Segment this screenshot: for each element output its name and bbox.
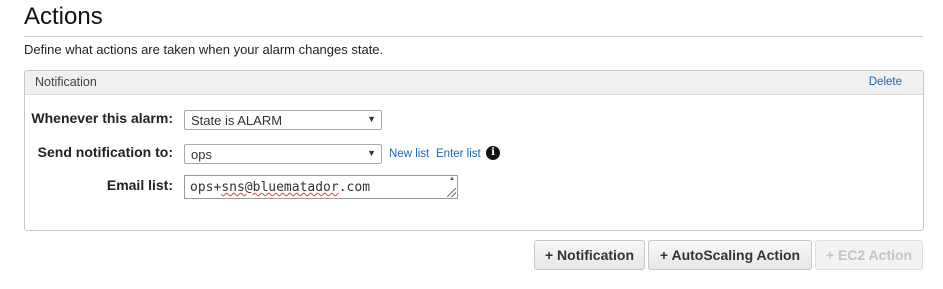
add-autoscaling-action-button[interactable]: + AutoScaling Action xyxy=(648,240,812,270)
notification-topic-select[interactable]: ops ▼ xyxy=(184,144,382,164)
section-description: Define what actions are taken when your … xyxy=(24,42,384,57)
notification-panel-header: Notification Delete xyxy=(25,71,923,95)
section-title: Actions xyxy=(24,3,103,30)
email-value-suffix: .com xyxy=(338,180,371,195)
notification-panel: Notification Delete Whenever this alarm:… xyxy=(24,70,924,231)
scroll-up-icon[interactable]: ▲ xyxy=(449,176,455,182)
whenever-alarm-label: Whenever this alarm: xyxy=(31,110,173,126)
new-list-link[interactable]: New list xyxy=(389,148,429,160)
chevron-down-icon: ▼ xyxy=(367,114,376,124)
alarm-state-value: State is ALARM xyxy=(191,113,283,128)
email-list-textarea[interactable]: ops+sns@bluematador.com ▲ xyxy=(184,175,458,199)
email-value-flagged: sns@bluematador xyxy=(221,180,339,195)
add-notification-button[interactable]: + Notification xyxy=(534,240,645,270)
title-divider xyxy=(24,36,923,37)
email-list-label: Email list: xyxy=(106,177,173,193)
email-list-value: ops+sns@bluematador.com xyxy=(190,180,370,195)
notification-topic-value: ops xyxy=(191,147,212,162)
notification-panel-title: Notification xyxy=(35,75,97,89)
alarm-state-select[interactable]: State is ALARM ▼ xyxy=(184,110,382,130)
resize-handle-icon[interactable] xyxy=(447,188,456,197)
chevron-down-icon: ▼ xyxy=(367,148,376,158)
info-icon[interactable]: i xyxy=(486,146,500,160)
send-notification-label: Send notification to: xyxy=(37,144,173,160)
email-value-prefix: ops+ xyxy=(190,180,222,195)
delete-notification-link[interactable]: Delete xyxy=(869,76,902,88)
enter-list-link[interactable]: Enter list xyxy=(436,148,481,160)
add-ec2-action-button: + EC2 Action xyxy=(815,240,923,270)
